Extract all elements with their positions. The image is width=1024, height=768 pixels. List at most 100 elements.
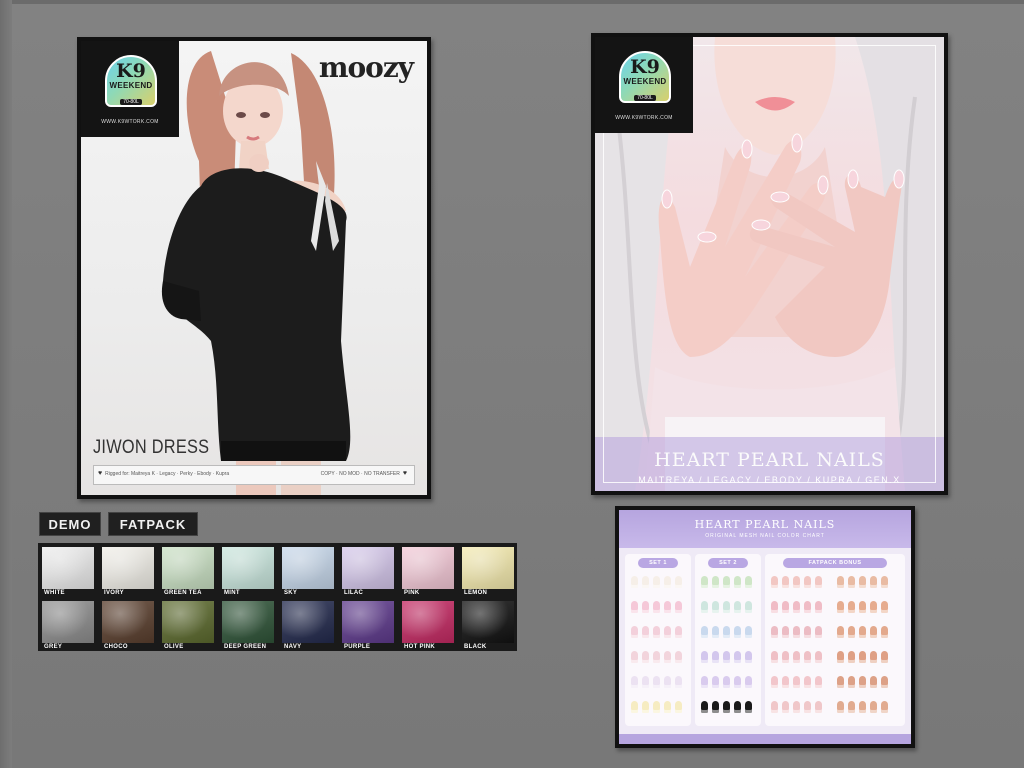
nail-swatch [782, 576, 789, 588]
k9-weekend-badge: K9 WEEKEND 70-80L WWW.K9WTORK.COM [81, 41, 179, 137]
color-swatch-purple[interactable]: PURPLE [340, 599, 396, 651]
permissions-info: COPY · NO MOD · NO TRANSFER [320, 471, 400, 477]
nail-color-chart-poster[interactable]: HEART PEARL NAILS ORIGINAL MESH NAIL COL… [615, 506, 915, 748]
swatch-label: DEEP GREEN [224, 644, 267, 650]
swatch-color [402, 547, 454, 589]
swatch-label: BLACK [464, 644, 487, 650]
nail-swatch [642, 601, 649, 613]
fatpack-button[interactable]: FATPACK [108, 512, 198, 536]
swatch-color [462, 601, 514, 643]
nail-swatch [664, 626, 671, 638]
product-compatibility: MAITREYA / LEGACY / EBODY / KUPRA / GEN.… [638, 475, 901, 485]
nail-swatch [771, 601, 778, 613]
nail-swatch [675, 651, 682, 663]
nail-swatch [664, 576, 671, 588]
swatch-label: OLIVE [164, 644, 184, 650]
nail-swatch [701, 601, 708, 613]
color-swatch-green-tea[interactable]: GREEN TEA [160, 545, 216, 597]
nail-swatch [881, 601, 888, 613]
nail-swatch [675, 701, 682, 713]
color-swatch-ivory[interactable]: IVORY [100, 545, 156, 597]
nail-swatch [771, 701, 778, 713]
nail-swatch [734, 601, 741, 613]
demo-button[interactable]: DEMO [39, 512, 101, 536]
color-swatch-olive[interactable]: OLIVE [160, 599, 216, 651]
color-swatch-deep-green[interactable]: DEEP GREEN [220, 599, 276, 651]
nail-swatch [848, 701, 855, 713]
nail-swatch [837, 576, 844, 588]
badge-weekend-text: WEEKEND [623, 77, 667, 86]
nail-swatch [815, 601, 822, 613]
chart-panel-3: FATPACK BONUS [765, 554, 905, 726]
nail-swatch [653, 651, 660, 663]
chart-panel-1: SET 1 [625, 554, 691, 726]
color-swatch-choco[interactable]: CHOCO [100, 599, 156, 651]
nail-swatch [712, 651, 719, 663]
badge-k9-text: K9 [630, 56, 660, 78]
color-swatch-mint[interactable]: MINT [220, 545, 276, 597]
chart-panel-2: SET 2 [695, 554, 761, 726]
nail-swatch [782, 701, 789, 713]
nail-swatch [870, 651, 877, 663]
k9-weekend-badge: K9 WEEKEND 70-80L WWW.K9WTORK.COM [595, 37, 693, 133]
jiwon-dress-poster[interactable]: K9 WEEKEND 70-80L WWW.K9WTORK.COM moozy … [77, 37, 431, 499]
product-title: HEART PEARL NAILS [654, 449, 885, 471]
nail-swatch [653, 676, 660, 688]
nail-swatch [815, 701, 822, 713]
color-swatch-grey[interactable]: GREY [40, 599, 96, 651]
nail-swatch [804, 576, 811, 588]
swatch-color [462, 547, 514, 589]
nail-swatch [859, 626, 866, 638]
nail-swatch [745, 676, 752, 688]
ceiling-edge [0, 0, 1024, 4]
nail-swatch [793, 626, 800, 638]
nail-swatch [723, 626, 730, 638]
nail-swatch [734, 626, 741, 638]
swatch-color [282, 601, 334, 643]
nail-swatch [723, 651, 730, 663]
rig-info: Rigged for: Maitreya K · Legacy · Perky … [105, 471, 230, 477]
nail-swatch [881, 576, 888, 588]
color-swatch-navy[interactable]: NAVY [280, 599, 336, 651]
color-swatch-hot-pink[interactable]: HOT PINK [400, 599, 456, 651]
nail-swatch [745, 651, 752, 663]
nail-swatch [870, 576, 877, 588]
color-swatch-lilac[interactable]: LILAC [340, 545, 396, 597]
nail-swatch [734, 676, 741, 688]
product-info-bar: ♥ Rigged for: Maitreya K · Legacy · Perky… [93, 465, 415, 485]
nail-swatch [664, 651, 671, 663]
nail-swatch [723, 601, 730, 613]
nail-swatch [837, 651, 844, 663]
nail-swatch [793, 651, 800, 663]
nail-swatch [734, 576, 741, 588]
swatch-color [342, 601, 394, 643]
color-swatch-lemon[interactable]: LEMON [460, 545, 516, 597]
wall-shadow [0, 0, 12, 768]
nail-swatch [664, 676, 671, 688]
color-swatch-white[interactable]: WHITE [40, 545, 96, 597]
nail-swatch [675, 676, 682, 688]
nail-swatch [723, 676, 730, 688]
nail-swatch [653, 576, 660, 588]
color-swatch-pink[interactable]: PINK [400, 545, 456, 597]
swatch-color [222, 601, 274, 643]
nail-swatch [848, 626, 855, 638]
nail-swatch [848, 601, 855, 613]
nail-swatch [782, 676, 789, 688]
nail-swatch [859, 701, 866, 713]
nail-swatch [804, 651, 811, 663]
swatch-color [102, 547, 154, 589]
badge-url: WWW.K9WTORK.COM [101, 119, 159, 125]
nail-swatch [675, 576, 682, 588]
heart-pearl-nails-poster[interactable]: K9 WEEKEND 70-80L WWW.K9WTORK.COM HEART … [591, 33, 948, 495]
nail-swatch [837, 601, 844, 613]
color-swatch-black[interactable]: BLACK [460, 599, 516, 651]
swatch-label: IVORY [104, 590, 124, 596]
color-swatch-sky[interactable]: SKY [280, 545, 336, 597]
swatch-label: LEMON [464, 590, 488, 596]
nail-swatch [815, 651, 822, 663]
swatch-label: LILAC [344, 590, 364, 596]
nail-swatch [712, 676, 719, 688]
nail-swatch [782, 626, 789, 638]
nail-swatch [870, 601, 877, 613]
